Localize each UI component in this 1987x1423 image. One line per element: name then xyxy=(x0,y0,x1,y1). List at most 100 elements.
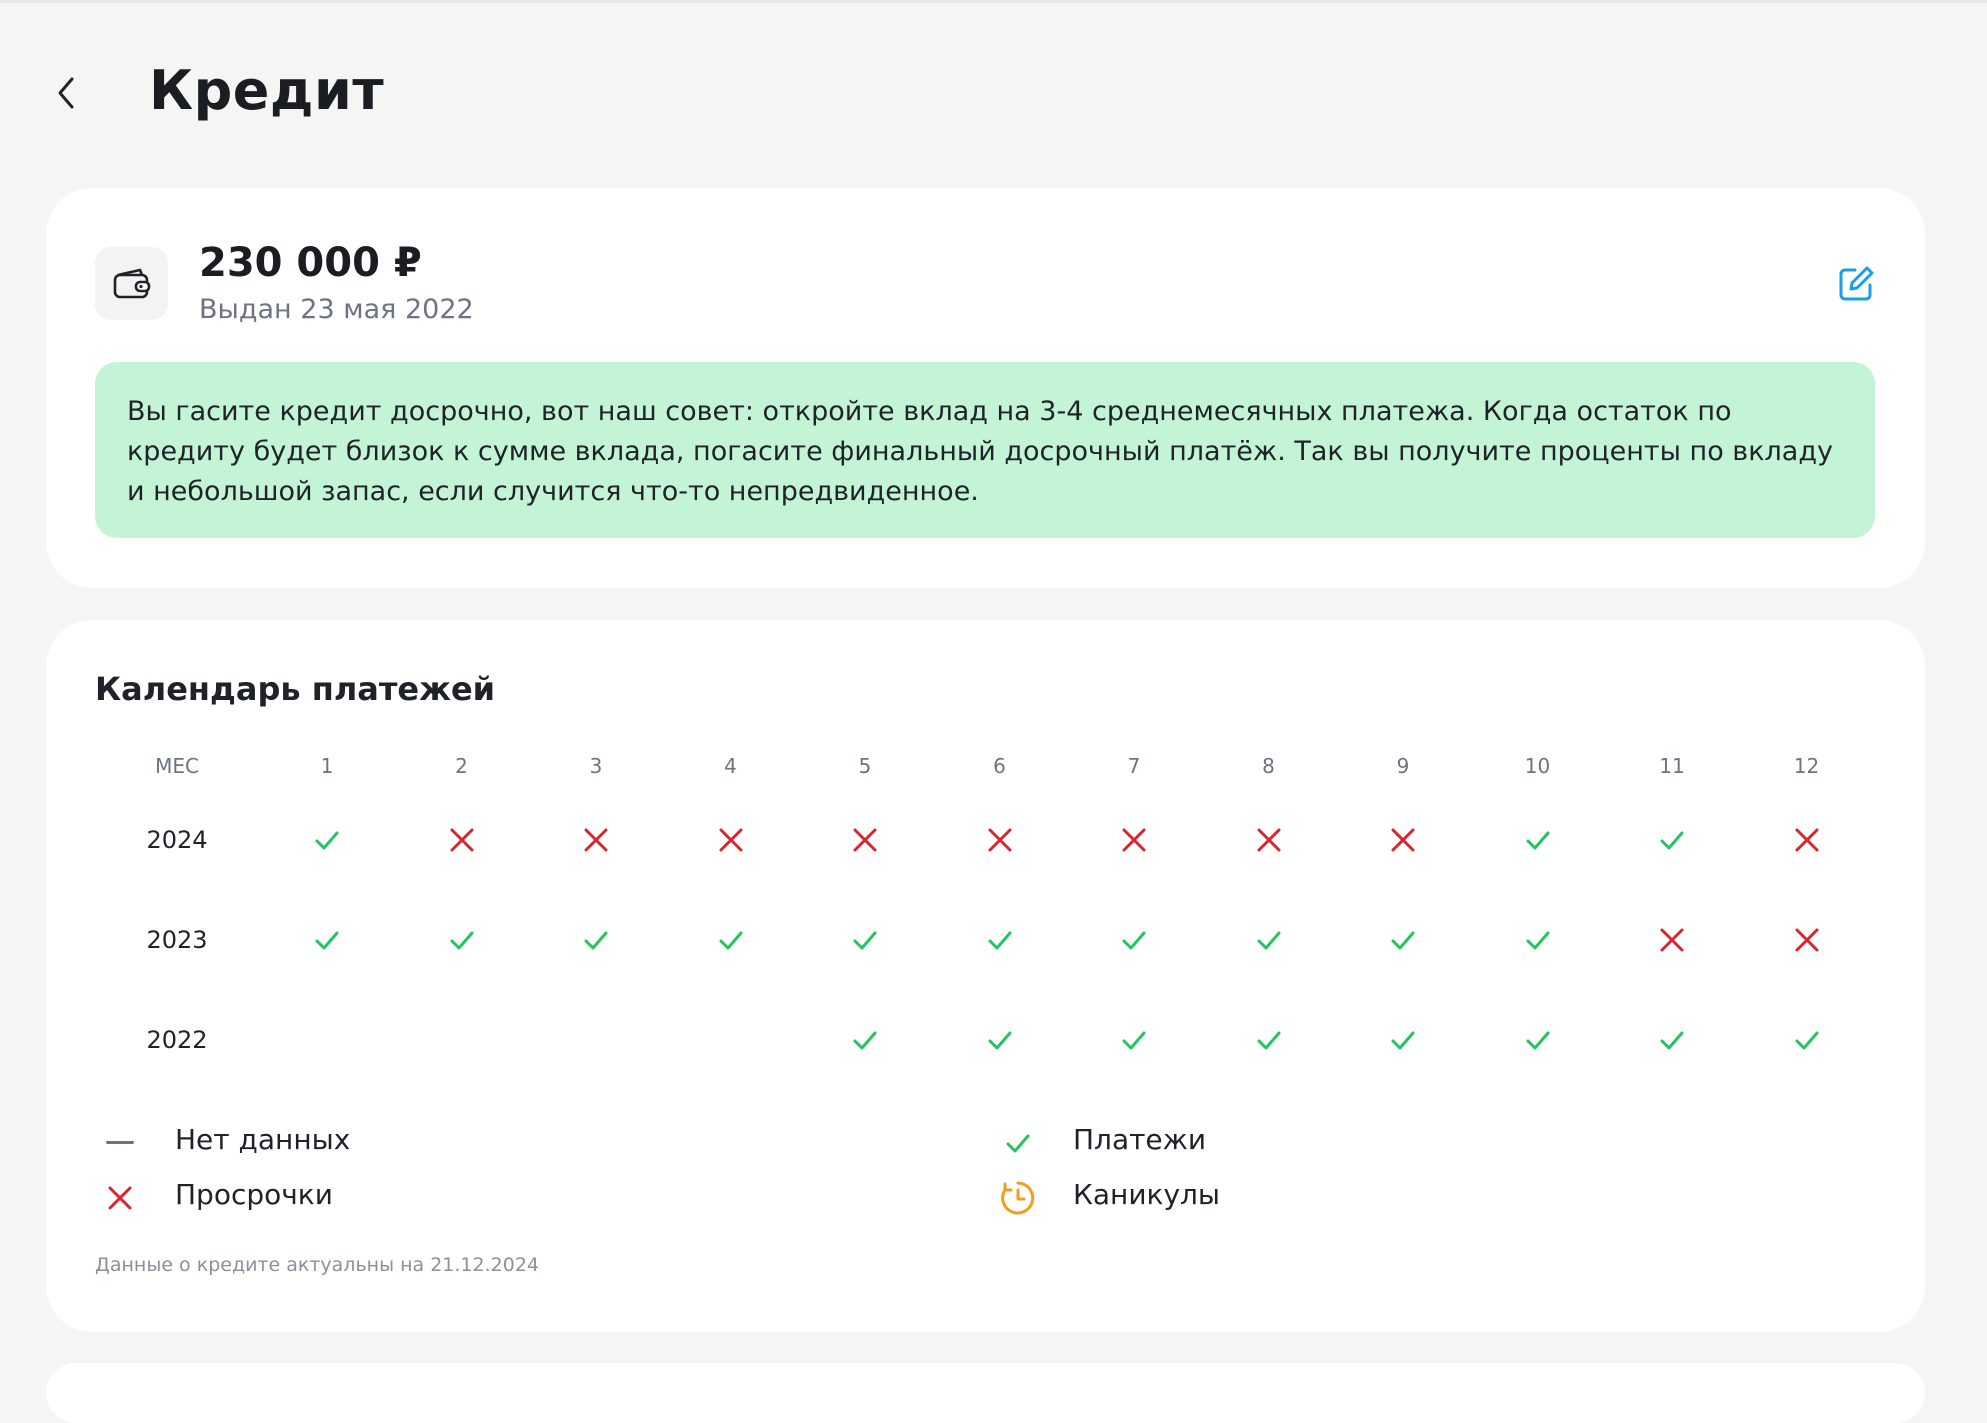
clock-icon xyxy=(1001,1181,1035,1215)
check-icon xyxy=(1120,928,1148,952)
payment-overdue xyxy=(1120,826,1148,854)
payment-overdue xyxy=(851,826,879,854)
month-column-header: 6 xyxy=(993,754,1006,778)
payment-calendar-card: Календарь платежей МЕС 1 2 3 4 5 6 7 8 9 10 11 12 202… xyxy=(46,620,1925,1332)
check-icon xyxy=(986,1028,1014,1052)
payment-paid xyxy=(1255,1028,1283,1052)
check-icon xyxy=(851,928,879,952)
payment-paid xyxy=(313,928,341,952)
payment-paid xyxy=(313,828,341,852)
legend-overdue xyxy=(95,1178,145,1218)
check-icon xyxy=(1255,928,1283,952)
payment-paid xyxy=(582,928,610,952)
payment-paid xyxy=(717,928,745,952)
calendar-grid: МЕС 1 2 3 4 5 6 7 8 9 10 11 12 2024 2023 2022 xyxy=(46,620,1925,1332)
dash-icon xyxy=(106,1141,134,1144)
payment-overdue xyxy=(1658,926,1686,954)
legend-overdue-label: Просрочки xyxy=(175,1178,333,1211)
check-icon xyxy=(1120,1028,1148,1052)
cross-icon xyxy=(448,826,476,854)
month-column-header: 10 xyxy=(1524,754,1551,778)
payment-overdue xyxy=(1255,826,1283,854)
loan-amount: 230 000 ₽ xyxy=(199,240,422,286)
month-column-header: 4 xyxy=(724,754,737,778)
payment-paid xyxy=(1658,1028,1686,1052)
advice-banner: Вы гасите кредит досрочно, вот наш совет… xyxy=(95,362,1875,538)
payment-paid xyxy=(1524,928,1552,952)
cross-icon xyxy=(1793,926,1821,954)
year-label: 2023 xyxy=(146,926,208,954)
month-column-header: 3 xyxy=(589,754,603,778)
payment-overdue xyxy=(1389,826,1417,854)
legend-holidays xyxy=(993,1178,1043,1218)
check-icon xyxy=(1524,828,1552,852)
edit-icon xyxy=(1839,266,1874,301)
month-column-header: 9 xyxy=(1396,754,1410,778)
payment-paid xyxy=(1658,828,1686,852)
legend-no-data xyxy=(95,1123,145,1163)
payment-paid xyxy=(851,928,879,952)
payment-paid xyxy=(1389,1028,1417,1052)
year-label: 2022 xyxy=(146,1026,208,1054)
cross-icon xyxy=(851,826,879,854)
payment-paid xyxy=(1120,1028,1148,1052)
loan-card: 230 000 ₽ Выдан 23 мая 2022 Вы гасите кр… xyxy=(46,188,1925,588)
month-header-label: МЕС xyxy=(155,754,199,778)
check-icon xyxy=(582,928,610,952)
wallet-icon xyxy=(113,268,150,298)
month-column-header: 12 xyxy=(1793,754,1820,778)
check-icon xyxy=(986,928,1014,952)
check-icon xyxy=(448,928,476,952)
check-icon xyxy=(851,1028,879,1052)
payment-paid xyxy=(1120,928,1148,952)
cross-icon xyxy=(1120,826,1148,854)
payment-overdue xyxy=(717,826,745,854)
cross-icon xyxy=(1255,826,1283,854)
payment-paid xyxy=(1389,928,1417,952)
payment-paid xyxy=(1524,828,1552,852)
legend-payments xyxy=(993,1123,1043,1163)
chevron-left-icon xyxy=(58,77,74,109)
loan-issued-date: Выдан 23 мая 2022 xyxy=(199,294,474,325)
payment-overdue xyxy=(1793,926,1821,954)
month-column-header: 7 xyxy=(1127,754,1141,778)
edit-button[interactable] xyxy=(1836,264,1876,304)
wallet-icon-box xyxy=(95,247,168,320)
cross-icon xyxy=(1389,826,1417,854)
payment-paid xyxy=(851,1028,879,1052)
legend-no-data-label: Нет данных xyxy=(175,1123,351,1156)
check-icon xyxy=(313,828,341,852)
month-column-header: 5 xyxy=(858,754,872,778)
check-icon xyxy=(1389,928,1417,952)
check-icon xyxy=(1389,1028,1417,1052)
cross-icon xyxy=(1658,926,1686,954)
month-column-header: 2 xyxy=(455,754,468,778)
legend-holidays-label: Каникулы xyxy=(1073,1178,1221,1211)
payment-overdue xyxy=(986,826,1014,854)
cross-icon xyxy=(986,826,1014,854)
check-icon xyxy=(1006,1134,1030,1153)
check-icon xyxy=(1658,828,1686,852)
year-label: 2024 xyxy=(146,826,208,854)
back-button[interactable] xyxy=(44,63,88,123)
next-card xyxy=(46,1363,1925,1423)
payment-overdue xyxy=(448,826,476,854)
cross-icon xyxy=(717,826,745,854)
check-icon xyxy=(1524,928,1552,952)
payment-paid xyxy=(986,1028,1014,1052)
check-icon xyxy=(1793,1028,1821,1052)
cross-icon xyxy=(1793,826,1821,854)
month-column-header: 8 xyxy=(1262,754,1275,778)
payment-overdue xyxy=(582,826,610,854)
page-title: Кредит xyxy=(149,59,385,122)
cross-icon xyxy=(582,826,610,854)
check-icon xyxy=(1255,1028,1283,1052)
payment-paid xyxy=(986,928,1014,952)
data-actual-note: Данные о кредите актуальны на 21.12.2024 xyxy=(95,1254,540,1276)
check-icon xyxy=(1658,1028,1686,1052)
check-icon xyxy=(1524,1028,1552,1052)
payment-overdue xyxy=(1793,826,1821,854)
check-icon xyxy=(313,928,341,952)
payment-paid xyxy=(448,928,476,952)
payment-paid xyxy=(1793,1028,1821,1052)
